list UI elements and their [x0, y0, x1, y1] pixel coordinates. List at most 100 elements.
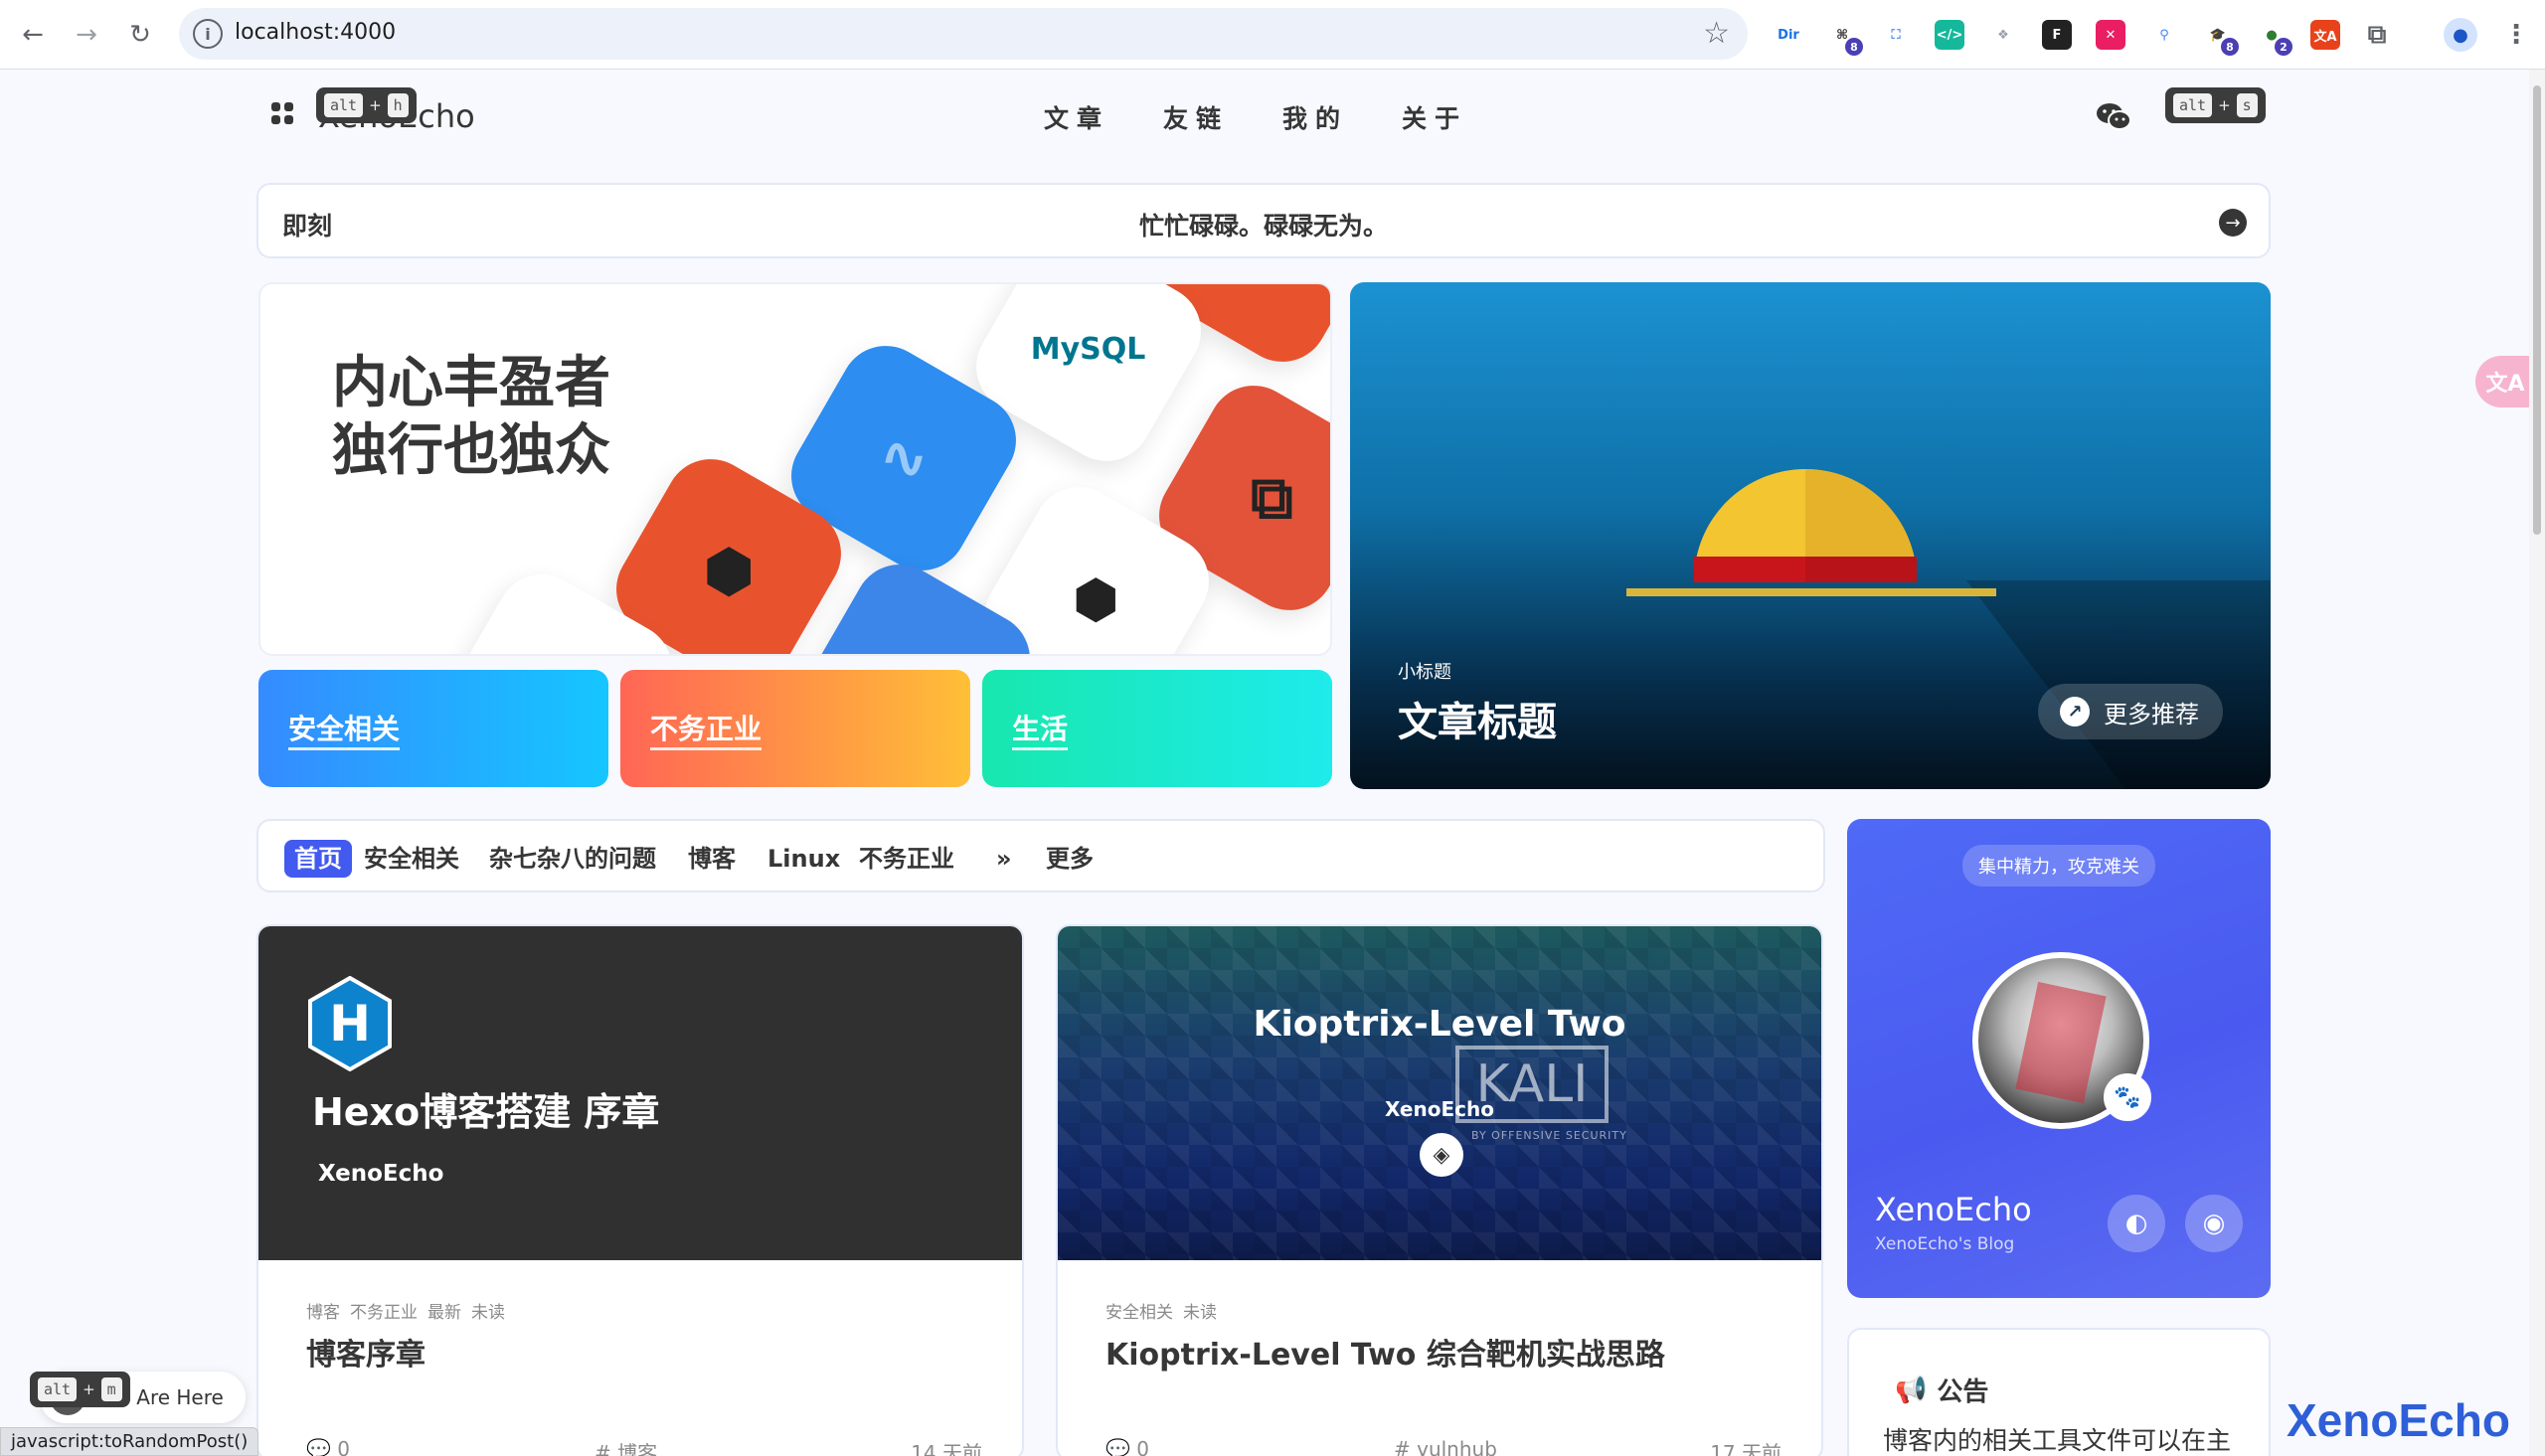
cover-title: Kioptrix-Level Two: [1253, 1004, 1626, 1045]
comment-count-value: 0: [1136, 1437, 1149, 1456]
post-category-tag[interactable]: # 博客: [594, 1437, 657, 1456]
post-cover[interactable]: Kioptrix-Level Two KALI BY OFFENSIVE SEC…: [1058, 926, 1821, 1260]
hero-slogan: 内心丰盈者 独行也独众: [332, 350, 610, 485]
cover-sub: BY OFFENSIVE SECURITY: [1471, 1129, 1627, 1142]
scrollbar-thumb[interactable]: [2533, 85, 2541, 535]
notice-body: 博客内的相关工具文件可以在主: [1883, 1426, 2232, 1455]
tab-blog[interactable]: 博客: [688, 840, 736, 878]
post-tags: 安全相关 未读: [1105, 1298, 1217, 1323]
post-title[interactable]: Kioptrix-Level Two 综合靶机实战思路: [1105, 1330, 1665, 1374]
category-button-offtopic[interactable]: 不务正业: [620, 670, 970, 787]
dir-extension-icon[interactable]: Dir: [1774, 20, 1803, 50]
nav-mine[interactable]: 我的: [1282, 99, 1348, 135]
pink-extension-icon[interactable]: ✕: [2096, 20, 2125, 50]
hero-banner: 内心丰盈者 独行也独众 ⬡ MySQL ∿ ⧉ ⬢ ⬢: [258, 282, 1332, 656]
tag-extension-icon[interactable]: ⛶: [1881, 20, 1911, 50]
cover-author: XenoEcho: [318, 1161, 444, 1187]
kbd-key: alt: [324, 93, 364, 117]
translate-icon[interactable]: 文A: [2475, 356, 2535, 407]
featured-title: 文章标题: [1398, 700, 1557, 745]
extension-badge: 8: [1845, 38, 1863, 56]
post-card[interactable]: Kioptrix-Level Two KALI BY OFFENSIVE SEC…: [1056, 924, 1823, 1456]
pin-extension-icon[interactable]: ⚲: [2149, 20, 2179, 50]
post-card[interactable]: H Hexo博客搭建 序章 XenoEcho 博客 不务正业 最新 未读 博客序…: [256, 924, 1024, 1456]
reload-icon[interactable]: ↻: [123, 18, 157, 52]
back-icon[interactable]: ←: [16, 18, 50, 52]
post-tag[interactable]: 不务正业: [350, 1298, 418, 1323]
address-url[interactable]: localhost:4000: [235, 20, 396, 45]
more-recommend-button[interactable]: ↗ 更多推荐: [2038, 684, 2223, 739]
nav-about[interactable]: 关于: [1402, 99, 1467, 135]
status-emoji-icon: 🐾: [2104, 1073, 2151, 1121]
category-label: 安全相关: [288, 708, 401, 750]
graduation-extension-icon[interactable]: 🎓 8: [2203, 20, 2239, 56]
bookmark-star-icon[interactable]: ☆: [1703, 16, 1730, 51]
tab-misc-issues[interactable]: 杂七杂八的问题: [489, 840, 656, 878]
site-info-icon[interactable]: i: [193, 19, 223, 49]
post-tag[interactable]: 安全相关: [1105, 1298, 1173, 1323]
dark-extension-icon[interactable]: F: [2042, 20, 2072, 50]
music-shortcut-hint: alt + m: [30, 1372, 130, 1407]
translate-extension-icon[interactable]: 文A: [2310, 20, 2340, 50]
forward-icon[interactable]: →: [70, 18, 103, 52]
author-motto: 集中精力，攻克难关: [1962, 845, 2155, 887]
watermark: XenoEcho: [2287, 1394, 2510, 1446]
mosaic-pattern: [1058, 926, 1821, 1260]
browser-menu-icon[interactable]: ⋮: [2501, 20, 2531, 50]
github-icon[interactable]: ◐: [2108, 1195, 2165, 1252]
tab-linux[interactable]: Linux: [767, 840, 840, 878]
scrollbar[interactable]: [2529, 70, 2545, 1456]
tab-offtopic[interactable]: 不务正业: [859, 840, 954, 878]
post-tag[interactable]: 博客: [306, 1298, 340, 1323]
author-card: 集中精力，攻克难关 🐾 XenoEcho XenoEcho's Blog ◐ ◉: [1847, 819, 2271, 1298]
category-button-life[interactable]: 生活: [982, 670, 1332, 787]
slogan-line: 独行也独众: [332, 418, 610, 483]
nav-friends[interactable]: 友链: [1163, 99, 1229, 135]
tab-more[interactable]: 更多: [1046, 840, 1094, 878]
kbd-key: m: [100, 1377, 122, 1401]
wechat-icon[interactable]: [2096, 101, 2131, 131]
status-bar-url: javascript:toRandomPost(): [0, 1427, 259, 1456]
author-desc: XenoEcho's Blog: [1875, 1234, 2015, 1254]
address-bar[interactable]: i localhost:4000 ☆: [179, 8, 1748, 60]
category-label: 不务正业: [650, 708, 763, 750]
category-button-security[interactable]: 安全相关: [258, 670, 608, 787]
extensions-puzzle-icon[interactable]: ⧉: [2362, 20, 2392, 50]
tab-home[interactable]: 首页: [284, 840, 352, 878]
kbd-plus: +: [2218, 96, 2231, 114]
profile-avatar-icon[interactable]: ●: [2444, 18, 2477, 52]
tab-security[interactable]: 安全相关: [364, 840, 459, 878]
moment-bar[interactable]: 即刻 忙忙碌碌。碌碌无为。 →: [256, 183, 2271, 258]
post-tags: 博客 不务正业 最新 未读: [306, 1298, 505, 1323]
comment-count: 💬 0: [306, 1437, 350, 1456]
extension-8-icon[interactable]: ⌘ 8: [1827, 20, 1863, 56]
notice-title-row: 📢 公告: [1895, 1372, 1988, 1408]
arrow-right-icon[interactable]: →: [2219, 209, 2247, 237]
extension-badge: 2: [2275, 38, 2292, 56]
post-tag: 未读: [471, 1303, 505, 1323]
category-label: 生活: [1012, 708, 1069, 750]
code-extension-icon[interactable]: </>: [1935, 20, 1964, 50]
arrow-up-right-icon: ↗: [2060, 697, 2090, 727]
comment-icon: 💬: [1105, 1437, 1137, 1456]
more-recommend-label: 更多推荐: [2104, 700, 2199, 728]
double-chevron-right-icon[interactable]: »: [996, 840, 1012, 878]
kbd-key: s: [2236, 93, 2258, 117]
green-extension-icon[interactable]: ● 2: [2257, 20, 2292, 56]
rss-icon[interactable]: ◉: [2185, 1195, 2243, 1252]
puzzle-grey-extension-icon[interactable]: ❖: [1988, 20, 2018, 50]
kbd-key: h: [387, 93, 409, 117]
slogan-line: 内心丰盈者: [332, 351, 610, 415]
post-tag: 未读: [1183, 1303, 1217, 1323]
post-cover[interactable]: H Hexo博客搭建 序章 XenoEcho: [258, 926, 1022, 1260]
featured-post-card[interactable]: 小标题 文章标题 ↗ 更多推荐: [1350, 282, 2271, 789]
category-tab-bar: 首页 安全相关 杂七杂八的问题 博客 Linux 不务正业 » 更多: [256, 819, 1825, 892]
moment-text: 忙忙碌碌。碌碌无为。: [1138, 212, 1388, 241]
avatar[interactable]: 🐾: [1972, 952, 2151, 1129]
post-category-tag[interactable]: # vulnhub: [1394, 1437, 1497, 1456]
nav-articles[interactable]: 文章: [1044, 99, 1109, 135]
author-name: XenoEcho: [1875, 1191, 2032, 1228]
site-menu-grid-icon[interactable]: [271, 102, 293, 124]
post-title[interactable]: 博客序章: [306, 1330, 425, 1374]
extension-badge: 8: [2221, 38, 2239, 56]
